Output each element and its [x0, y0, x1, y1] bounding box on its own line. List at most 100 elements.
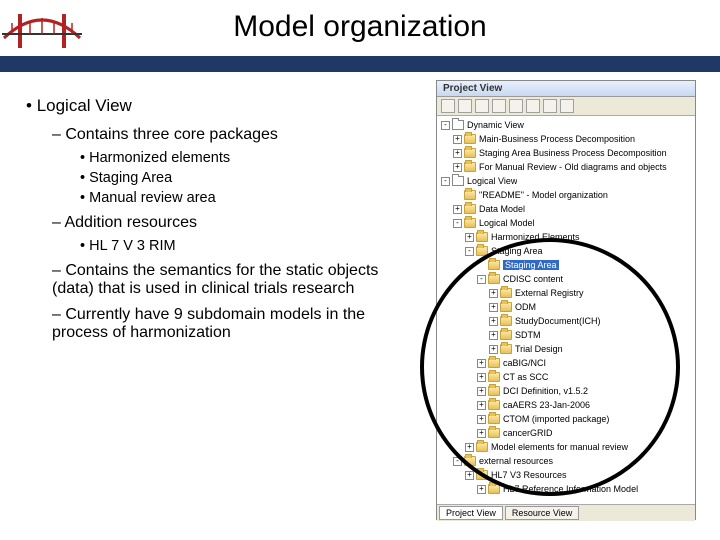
- folder-icon: [500, 288, 512, 298]
- tree-row[interactable]: +CTOM (imported package): [437, 412, 695, 426]
- folder-icon: [476, 470, 488, 480]
- tree-row[interactable]: + caAERS 23-Jan-2006: [437, 398, 695, 412]
- folder-icon: [464, 148, 476, 158]
- title-underline: [0, 56, 720, 72]
- toolbar-button[interactable]: [475, 99, 489, 113]
- toolbar-button[interactable]: [458, 99, 472, 113]
- bullet-level1: Logical View: [26, 96, 420, 116]
- folder-icon: [488, 414, 500, 424]
- tree-row[interactable]: + cancerGRID: [437, 426, 695, 440]
- tree-row[interactable]: +Staging Area Business Process Decomposi…: [437, 146, 695, 160]
- tree-row[interactable]: +DCI Definition, v1.5.2: [437, 384, 695, 398]
- tree-row[interactable]: Staging Area: [437, 258, 695, 272]
- expand-icon[interactable]: +: [453, 163, 462, 172]
- bullet-level2: Currently have 9 subdomain models in the…: [52, 306, 420, 342]
- tree-view[interactable]: -Dynamic View+Main-Business Process Deco…: [437, 116, 695, 504]
- expand-icon[interactable]: +: [453, 149, 462, 158]
- tree-row[interactable]: +Model elements for manual review: [437, 440, 695, 454]
- tree-row[interactable]: "README" - Model organization: [437, 188, 695, 202]
- expand-icon[interactable]: +: [465, 233, 474, 242]
- expand-icon[interactable]: +: [465, 443, 474, 452]
- tree-label: Logical Model: [479, 218, 535, 228]
- tree-label: SDTM: [515, 330, 541, 340]
- collapse-icon[interactable]: -: [441, 121, 450, 130]
- toolbar-button[interactable]: [509, 99, 523, 113]
- toolbar-button[interactable]: [560, 99, 574, 113]
- bullet-level2: Contains the semantics for the static ob…: [52, 262, 420, 298]
- expand-icon[interactable]: +: [477, 415, 486, 424]
- tree-label: ODM: [515, 302, 536, 312]
- tree-label: StudyDocument(ICH): [515, 316, 601, 326]
- tree-label: HL7 Reference Information Model: [503, 484, 638, 494]
- folder-icon: [500, 302, 512, 312]
- tree-row[interactable]: + External Registry: [437, 286, 695, 300]
- expand-icon[interactable]: +: [477, 485, 486, 494]
- tree-label: caBIG/NCI: [503, 358, 546, 368]
- tree-row[interactable]: - CDISC content: [437, 272, 695, 286]
- tree-row[interactable]: + caBIG/NCI: [437, 356, 695, 370]
- tree-label: External Registry: [515, 288, 584, 298]
- tree-row[interactable]: -Dynamic View: [437, 118, 695, 132]
- tree-row[interactable]: + Data Model: [437, 202, 695, 216]
- folder-icon: [464, 134, 476, 144]
- collapse-icon[interactable]: -: [453, 219, 462, 228]
- tree-label: Harmonized Elements: [491, 232, 580, 242]
- tab-project-view[interactable]: Project View: [439, 506, 503, 520]
- tree-label: Trial Design: [515, 344, 563, 354]
- collapse-icon[interactable]: -: [465, 247, 474, 256]
- tab-resource-view[interactable]: Resource View: [505, 506, 579, 520]
- panel-title: Project View: [437, 81, 695, 97]
- expand-icon[interactable]: +: [489, 303, 498, 312]
- toolbar-button[interactable]: [526, 99, 540, 113]
- folder-icon: [488, 386, 500, 396]
- expand-icon[interactable]: +: [453, 205, 462, 214]
- tree-row[interactable]: + HL7 Reference Information Model: [437, 482, 695, 496]
- tree-row[interactable]: + Harmonized Elements: [437, 230, 695, 244]
- collapse-icon[interactable]: -: [477, 275, 486, 284]
- expand-icon[interactable]: +: [489, 345, 498, 354]
- screenshot-column: Project View -Dynamic View+Main-Business…: [420, 88, 710, 348]
- tree-row[interactable]: +HL7 V3 Resources: [437, 468, 695, 482]
- toolbar-button[interactable]: [543, 99, 557, 113]
- tree-label: CDISC content: [503, 274, 563, 284]
- tree-row[interactable]: -external resources: [437, 454, 695, 468]
- expand-icon[interactable]: +: [477, 373, 486, 382]
- tree-label: Logical View: [467, 176, 517, 186]
- expand-icon[interactable]: +: [477, 401, 486, 410]
- tree-row[interactable]: +Main-Business Process Decomposition: [437, 132, 695, 146]
- tree-row[interactable]: + Trial Design: [437, 342, 695, 356]
- expand-icon[interactable]: +: [465, 471, 474, 480]
- toolbar-button[interactable]: [441, 99, 455, 113]
- tree-label: Data Model: [479, 204, 525, 214]
- tree-row[interactable]: + StudyDocument(ICH): [437, 314, 695, 328]
- tree-row[interactable]: + For Manual Review - Old diagrams and ob…: [437, 160, 695, 174]
- folder-icon: [500, 344, 512, 354]
- tree-row[interactable]: +CT as SCC: [437, 370, 695, 384]
- expand-icon[interactable]: +: [489, 317, 498, 326]
- expand-icon[interactable]: +: [477, 359, 486, 368]
- bullet-level3: Harmonized elements: [80, 150, 420, 166]
- toolbar-button[interactable]: [492, 99, 506, 113]
- tree-row[interactable]: - Logical View: [437, 174, 695, 188]
- collapse-icon[interactable]: -: [453, 457, 462, 466]
- bullet-level3: Staging Area: [80, 170, 420, 186]
- expand-icon[interactable]: +: [453, 135, 462, 144]
- package-icon: [452, 176, 464, 186]
- tree-label: For Manual Review - Old diagrams and obj…: [479, 162, 667, 172]
- folder-icon: [464, 190, 476, 200]
- tree-label: caAERS 23-Jan-2006: [503, 400, 590, 410]
- tree-row[interactable]: - Logical Model: [437, 216, 695, 230]
- expand-icon[interactable]: +: [477, 387, 486, 396]
- expand-icon[interactable]: +: [489, 289, 498, 298]
- tree-row[interactable]: + SDTM: [437, 328, 695, 342]
- expand-icon[interactable]: +: [477, 429, 486, 438]
- collapse-icon[interactable]: -: [441, 177, 450, 186]
- tree-row[interactable]: + ODM: [437, 300, 695, 314]
- package-icon: [452, 120, 464, 130]
- tree-label: cancerGRID: [503, 428, 553, 438]
- expand-icon[interactable]: +: [489, 331, 498, 340]
- folder-icon: [488, 358, 500, 368]
- tree-row[interactable]: -Staging Area: [437, 244, 695, 258]
- slide-body: Logical View Contains three core package…: [0, 70, 720, 358]
- project-view-panel: Project View -Dynamic View+Main-Business…: [436, 80, 696, 520]
